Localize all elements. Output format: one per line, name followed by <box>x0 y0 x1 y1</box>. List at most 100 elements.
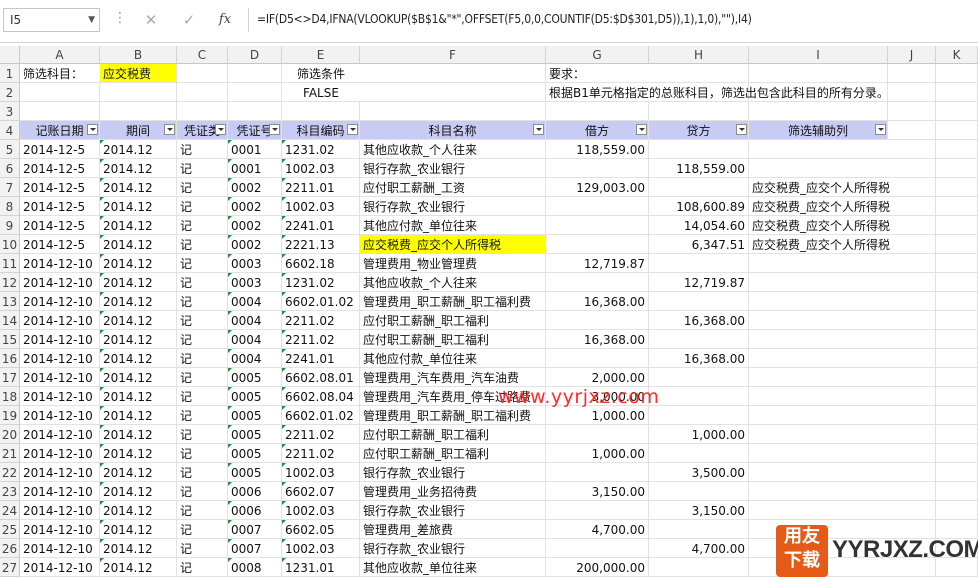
cell-account-code[interactable]: 2211.01 <box>282 178 360 197</box>
cell-date[interactable]: 2014-12-10 <box>20 558 100 577</box>
cell-k[interactable] <box>936 292 978 311</box>
cell-credit[interactable] <box>649 140 749 159</box>
cell-account-name[interactable]: 其他应付款_单位往来 <box>360 349 546 368</box>
table-header-c[interactable]: 凭证类 <box>177 121 228 140</box>
cell-period[interactable]: 2014.12 <box>100 140 177 159</box>
cell-debit[interactable]: 12,719.87 <box>546 254 649 273</box>
row-header[interactable]: 18 <box>0 387 20 406</box>
cell-voucher-type[interactable]: 记 <box>177 406 228 425</box>
cell-account-name[interactable]: 应付职工薪酬_职工福利 <box>360 311 546 330</box>
cell-period[interactable]: 2014.12 <box>100 273 177 292</box>
cell-j[interactable] <box>888 444 936 463</box>
cell-voucher-no[interactable]: 0004 <box>228 311 282 330</box>
cell-debit[interactable]: 16,368.00 <box>546 292 649 311</box>
cell-date[interactable]: 2014-12-5 <box>20 178 100 197</box>
cell-k[interactable] <box>936 311 978 330</box>
row-header[interactable]: 10 <box>0 235 20 254</box>
cell-account-code[interactable]: 1002.03 <box>282 197 360 216</box>
cell-h[interactable] <box>649 64 749 83</box>
cell-voucher-type[interactable]: 记 <box>177 558 228 577</box>
cell-period[interactable]: 2014.12 <box>100 197 177 216</box>
cell-debit[interactable]: 1,000.00 <box>546 406 649 425</box>
column-header-c[interactable]: C <box>177 46 228 64</box>
cell-j[interactable] <box>888 102 936 121</box>
cell-credit[interactable]: 4,700.00 <box>649 539 749 558</box>
cell-account-name[interactable]: 银行存款_农业银行 <box>360 539 546 558</box>
filter-condition-label[interactable]: 筛选条件 <box>282 64 360 83</box>
cell-date[interactable]: 2014-12-10 <box>20 425 100 444</box>
cell-account-name[interactable]: 管理费用_业务招待费 <box>360 482 546 501</box>
cell-account-code[interactable]: 1002.03 <box>282 463 360 482</box>
cell-filter-helper[interactable] <box>749 406 888 425</box>
cell-account-code[interactable]: 1231.02 <box>282 140 360 159</box>
cell-voucher-no[interactable]: 0001 <box>228 159 282 178</box>
cell-date[interactable]: 2014-12-10 <box>20 463 100 482</box>
cell-j[interactable] <box>888 64 936 83</box>
cell-period[interactable]: 2014.12 <box>100 387 177 406</box>
cell-j[interactable] <box>888 368 936 387</box>
formula-input[interactable]: =IF(D5<>D4,IFNA(VLOOKUP($B$1&"*",OFFSET(… <box>248 8 978 32</box>
row-header[interactable]: 20 <box>0 425 20 444</box>
cell-period[interactable]: 2014.12 <box>100 501 177 520</box>
table-header-b[interactable]: 期间 <box>100 121 177 140</box>
cell-credit[interactable]: 14,054.60 <box>649 216 749 235</box>
cell-voucher-type[interactable]: 记 <box>177 368 228 387</box>
cell-voucher-type[interactable]: 记 <box>177 425 228 444</box>
cell-date[interactable]: 2014-12-10 <box>20 254 100 273</box>
cell-period[interactable]: 2014.12 <box>100 349 177 368</box>
cell-voucher-no[interactable]: 0002 <box>228 197 282 216</box>
cell-k[interactable] <box>936 387 978 406</box>
row-header[interactable]: 21 <box>0 444 20 463</box>
row-header[interactable]: 5 <box>0 140 20 159</box>
cell-voucher-no[interactable]: 0005 <box>228 406 282 425</box>
cell-credit[interactable]: 108,600.89 <box>649 197 749 216</box>
enter-icon[interactable]: ✓ <box>176 8 202 32</box>
cell-period[interactable]: 2014.12 <box>100 330 177 349</box>
cell-j[interactable] <box>888 140 936 159</box>
cell-credit[interactable] <box>649 330 749 349</box>
cell-k[interactable] <box>936 368 978 387</box>
cell-j[interactable] <box>888 273 936 292</box>
cell-voucher-no[interactable]: 0005 <box>228 444 282 463</box>
cell-credit[interactable] <box>649 520 749 539</box>
cell-j[interactable] <box>888 330 936 349</box>
cell-j[interactable] <box>888 482 936 501</box>
table-header-e[interactable]: 科目编码 <box>282 121 360 140</box>
cell-voucher-type[interactable]: 记 <box>177 349 228 368</box>
column-header-i[interactable]: I <box>749 46 888 64</box>
cell-i[interactable] <box>749 64 888 83</box>
cell-filter-helper[interactable] <box>749 311 888 330</box>
insert-function-icon[interactable]: fx <box>212 8 238 32</box>
column-header-f[interactable]: F <box>360 46 546 64</box>
cell-account-name[interactable]: 管理费用_汽车费用_汽车油费 <box>360 368 546 387</box>
column-header-g[interactable]: G <box>546 46 649 64</box>
cell-date[interactable]: 2014-12-5 <box>20 197 100 216</box>
cell-c[interactable] <box>177 83 228 102</box>
cell-j[interactable] <box>888 311 936 330</box>
row-header[interactable]: 1 <box>0 64 20 83</box>
cell-period[interactable]: 2014.12 <box>100 292 177 311</box>
cell-filter-helper[interactable]: 应交税费_应交个人所得税 <box>749 197 890 216</box>
filter-dropdown-icon[interactable] <box>164 124 175 135</box>
row-header[interactable]: 8 <box>0 197 20 216</box>
cell-debit[interactable] <box>546 539 649 558</box>
cell-j[interactable] <box>888 406 936 425</box>
cell-debit[interactable] <box>546 501 649 520</box>
cell-j[interactable] <box>888 292 936 311</box>
cell-account-code[interactable]: 6602.18 <box>282 254 360 273</box>
row-header[interactable]: 12 <box>0 273 20 292</box>
filter-dropdown-icon[interactable] <box>87 124 98 135</box>
cell-k[interactable] <box>936 197 978 216</box>
cell-voucher-type[interactable]: 记 <box>177 292 228 311</box>
cell-debit[interactable] <box>546 273 649 292</box>
cell-account-code[interactable]: 2221.13 <box>282 235 360 254</box>
cell-credit[interactable] <box>649 406 749 425</box>
cell-f[interactable] <box>360 64 546 83</box>
cell-i[interactable] <box>749 102 888 121</box>
cell-j[interactable] <box>888 83 936 102</box>
cell-date[interactable]: 2014-12-10 <box>20 330 100 349</box>
cell-credit[interactable] <box>649 368 749 387</box>
cell-d[interactable] <box>228 64 282 83</box>
cell-account-name[interactable]: 管理费用_职工薪酬_职工福利费 <box>360 406 546 425</box>
cell-k[interactable] <box>936 406 978 425</box>
